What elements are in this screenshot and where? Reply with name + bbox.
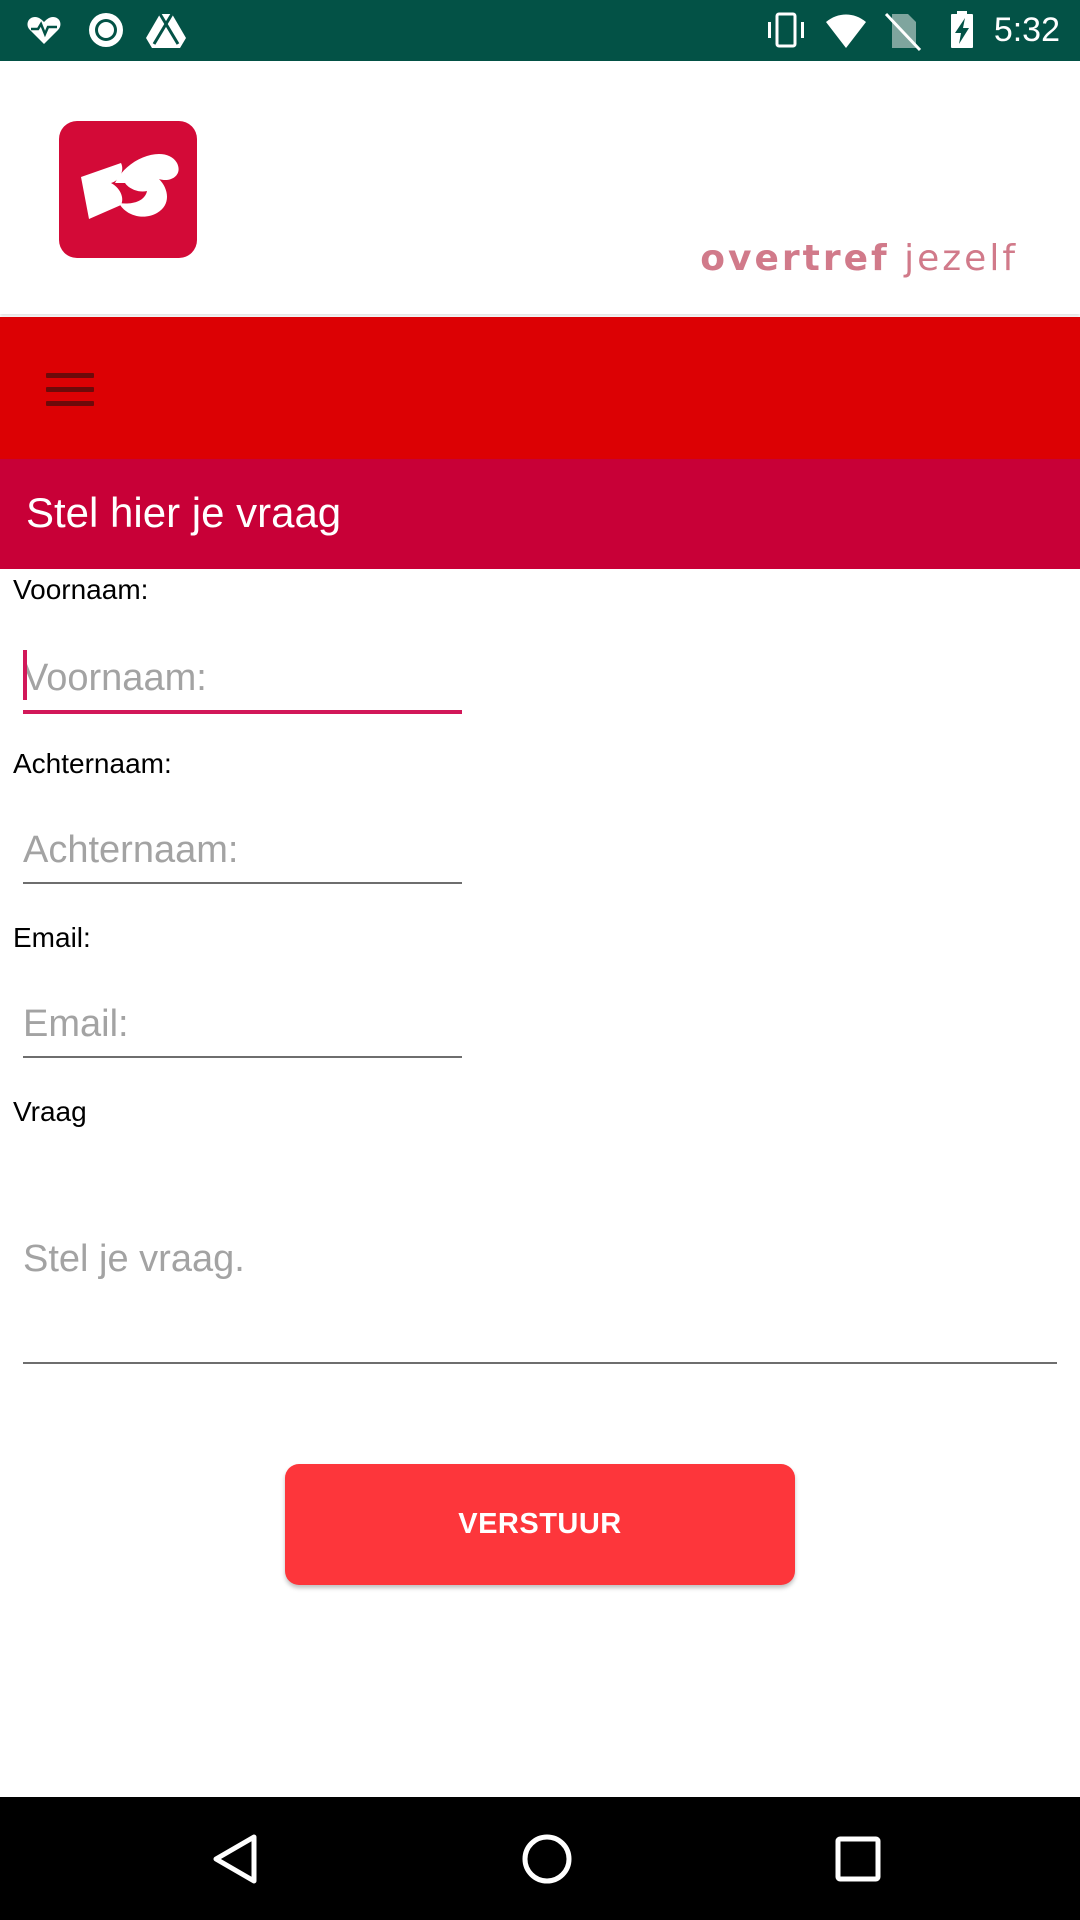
- drive-icon: [146, 13, 186, 48]
- no-sim-icon: [884, 12, 922, 52]
- first-name-label: Voornaam:: [13, 574, 149, 605]
- last-name-field[interactable]: [23, 818, 462, 884]
- record-icon: [89, 13, 123, 47]
- tagline-rest: jezelf: [904, 238, 1018, 279]
- hamburger-menu-icon[interactable]: [30, 357, 110, 427]
- vibrate-icon: [768, 12, 804, 48]
- wifi-icon: [826, 14, 866, 48]
- clock: 5:32: [993, 11, 1060, 49]
- screen: 5:32 overtref jezelf Stel hier je vraag …: [0, 0, 1080, 1920]
- battery-charging-icon: [951, 11, 973, 48]
- first-name-field[interactable]: [23, 646, 462, 714]
- recents-icon[interactable]: [818, 1819, 898, 1899]
- email-field[interactable]: [23, 992, 462, 1058]
- tagline: overtref jezelf: [700, 238, 1018, 279]
- submit-button[interactable]: VERSTUUR: [285, 1464, 795, 1585]
- title-band: Stel hier je vraag: [0, 459, 1080, 569]
- brand-header: overtref jezelf: [0, 61, 1080, 314]
- question-textarea[interactable]: [23, 1220, 1057, 1364]
- tagline-bold: overtref: [700, 238, 890, 279]
- last-name-label: Achternaam:: [13, 748, 172, 779]
- toolbar: [0, 317, 1080, 459]
- back-icon[interactable]: [196, 1819, 276, 1899]
- logo-mark: [81, 153, 179, 219]
- menu-line: [46, 401, 94, 406]
- menu-line: [46, 387, 94, 392]
- home-icon[interactable]: [507, 1819, 587, 1899]
- app-logo[interactable]: [59, 121, 197, 258]
- email-label: Email:: [13, 922, 91, 953]
- menu-line: [46, 373, 94, 378]
- navigation-bar: [0, 1797, 1080, 1920]
- question-label: Vraag: [13, 1096, 87, 1127]
- heart-monitor-icon: [27, 17, 61, 44]
- status-bar: 5:32: [0, 0, 1080, 61]
- page-title: Stel hier je vraag: [26, 489, 342, 536]
- text-cursor: [23, 650, 27, 700]
